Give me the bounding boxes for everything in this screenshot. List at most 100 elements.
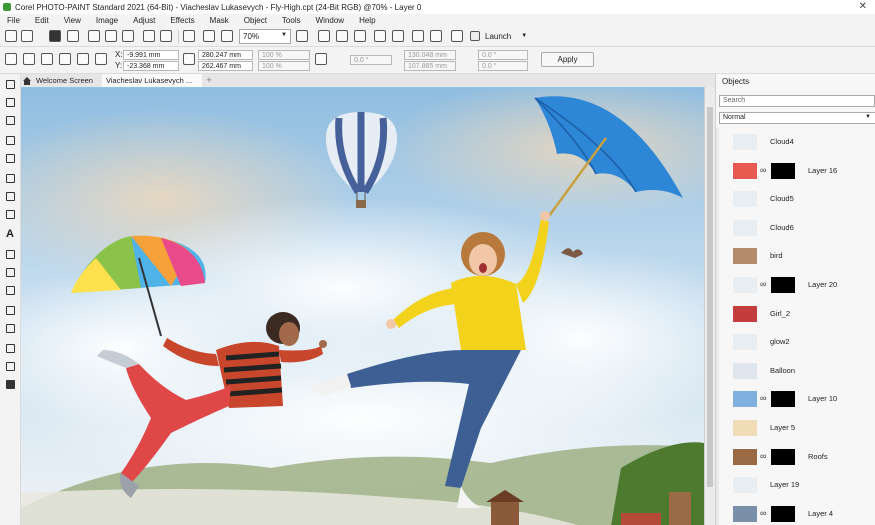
- paste-icon[interactable]: [122, 30, 134, 42]
- menu-adjust[interactable]: Adjust: [133, 16, 155, 25]
- mask-marquee-icon[interactable]: [354, 30, 366, 42]
- perspective-icon[interactable]: [95, 53, 107, 65]
- layer-row[interactable]: Layer 19: [719, 471, 875, 499]
- print-icon[interactable]: [67, 30, 79, 42]
- skew-horizontal-field[interactable]: 0.0 °: [478, 50, 528, 60]
- color-swatch-icon[interactable]: [4, 378, 16, 390]
- rectangle-mask-tool-icon[interactable]: [4, 96, 16, 108]
- undo-icon[interactable]: [143, 30, 155, 42]
- tab-welcome-screen[interactable]: Welcome Screen: [32, 74, 111, 87]
- layer-row[interactable]: Girl_2: [719, 300, 875, 328]
- layer-mask-thumbnail[interactable]: [771, 277, 795, 293]
- new-document-icon[interactable]: [5, 30, 17, 42]
- width-field[interactable]: 280.247 mm: [198, 50, 253, 60]
- layer-row[interactable]: ∞ Layer 20: [719, 271, 875, 299]
- menu-mask[interactable]: Mask: [210, 16, 229, 25]
- object-picker-icon[interactable]: [392, 30, 404, 42]
- create-object-icon[interactable]: [412, 30, 424, 42]
- rotation-field[interactable]: 0.0 °: [350, 55, 392, 65]
- link-icon[interactable]: ∞: [760, 279, 766, 289]
- image-canvas[interactable]: [21, 87, 704, 525]
- effect-tool-icon[interactable]: [4, 284, 16, 296]
- mask-transform-tool-icon[interactable]: [4, 114, 16, 126]
- lock-ratio-icon[interactable]: [315, 53, 327, 65]
- layer-row[interactable]: Cloud5: [719, 185, 875, 213]
- link-icon[interactable]: ∞: [760, 508, 766, 518]
- combine-icon[interactable]: [430, 30, 442, 42]
- menu-file[interactable]: File: [7, 16, 20, 25]
- tab-document[interactable]: Viacheslav Lukasevych ...: [102, 74, 202, 87]
- save-icon[interactable]: [49, 30, 61, 42]
- launch-button[interactable]: Launch ▼: [470, 31, 527, 41]
- transform-icon[interactable]: [183, 30, 195, 42]
- eraser-tool-icon[interactable]: [4, 208, 16, 220]
- layer-row[interactable]: glow2: [719, 328, 875, 356]
- menu-image[interactable]: Image: [96, 16, 118, 25]
- copy-icon[interactable]: [88, 30, 100, 42]
- open-icon[interactable]: [21, 30, 33, 42]
- clone-tool-icon[interactable]: [4, 190, 16, 202]
- scrollbar-thumb[interactable]: [707, 107, 713, 487]
- rotate-icon[interactable]: [23, 53, 35, 65]
- menu-edit[interactable]: Edit: [35, 16, 49, 25]
- home-icon[interactable]: [21, 74, 32, 87]
- menu-help[interactable]: Help: [359, 16, 375, 25]
- zoom-fit-icon[interactable]: [296, 30, 308, 42]
- layer-row[interactable]: bird: [719, 242, 875, 270]
- menu-effects[interactable]: Effects: [170, 16, 194, 25]
- fill-tool-icon[interactable]: [4, 360, 16, 372]
- layer-row[interactable]: ∞ Roofs: [719, 443, 875, 471]
- scale-height-field[interactable]: 100 %: [258, 61, 310, 71]
- drop-shadow-tool-icon[interactable]: [4, 304, 16, 316]
- center-y-field[interactable]: 107.865 mm: [404, 61, 456, 71]
- zoom-level-select[interactable]: 70% ▼: [239, 29, 291, 44]
- layer-mask-thumbnail[interactable]: [771, 505, 795, 522]
- mask-overlay-icon[interactable]: [336, 30, 348, 42]
- close-icon[interactable]: ✕: [859, 1, 867, 12]
- paint-tool-icon[interactable]: [4, 248, 16, 260]
- layer-row[interactable]: ∞ Layer 16: [719, 157, 875, 185]
- layer-mask-thumbnail[interactable]: [771, 162, 795, 179]
- zoom-tool-icon[interactable]: [4, 152, 16, 164]
- paste-as-new-icon[interactable]: [105, 30, 117, 42]
- layer-row[interactable]: Layer 5: [719, 414, 875, 442]
- link-icon[interactable]: ∞: [760, 393, 766, 403]
- scale-width-field[interactable]: 100 %: [258, 50, 310, 60]
- layer-row[interactable]: Cloud4: [719, 128, 875, 156]
- vertical-scrollbar[interactable]: [704, 87, 715, 525]
- height-field[interactable]: 262.467 mm: [198, 61, 253, 71]
- center-x-field[interactable]: 130.048 mm: [404, 50, 456, 60]
- redo-icon[interactable]: [160, 30, 172, 42]
- layer-mask-thumbnail[interactable]: [771, 391, 795, 408]
- skew-vertical-field[interactable]: 0.0 °: [478, 61, 528, 71]
- y-position-field[interactable]: -23.368 mm: [123, 61, 179, 71]
- transparency-tool-icon[interactable]: [4, 322, 16, 334]
- crop-tool-icon[interactable]: [4, 134, 16, 146]
- mask-mode-icon[interactable]: [318, 30, 330, 42]
- eyedropper-tool-icon[interactable]: [4, 342, 16, 354]
- layer-mask-thumbnail[interactable]: [771, 448, 795, 465]
- layer-row[interactable]: ∞ Layer 10: [719, 385, 875, 413]
- scale-icon[interactable]: [41, 53, 53, 65]
- distort-icon[interactable]: [77, 53, 89, 65]
- menu-tools[interactable]: Tools: [282, 16, 301, 25]
- rectangle-tool-icon[interactable]: [4, 266, 16, 278]
- add-icon[interactable]: [5, 53, 17, 65]
- link-icon[interactable]: ∞: [760, 451, 766, 461]
- import-icon[interactable]: [203, 30, 215, 42]
- text-tool-icon[interactable]: A: [4, 228, 16, 240]
- layer-row[interactable]: ∞ Layer 4: [719, 500, 875, 525]
- layer-row[interactable]: Balloon: [719, 357, 875, 385]
- gear-icon[interactable]: [451, 30, 463, 42]
- apply-button[interactable]: Apply: [541, 52, 594, 67]
- menu-window[interactable]: Window: [316, 16, 344, 25]
- x-position-field[interactable]: -9.991 mm: [123, 50, 179, 60]
- add-tab-icon[interactable]: +: [204, 75, 214, 86]
- red-eye-tool-icon[interactable]: [4, 172, 16, 184]
- blend-mode-select[interactable]: Normal ▼: [719, 112, 875, 124]
- objects-search-input[interactable]: Search: [719, 95, 875, 107]
- pick-tool-icon[interactable]: [4, 78, 16, 90]
- skew-icon[interactable]: [59, 53, 71, 65]
- menu-object[interactable]: Object: [244, 16, 267, 25]
- layer-row[interactable]: Cloud6: [719, 214, 875, 242]
